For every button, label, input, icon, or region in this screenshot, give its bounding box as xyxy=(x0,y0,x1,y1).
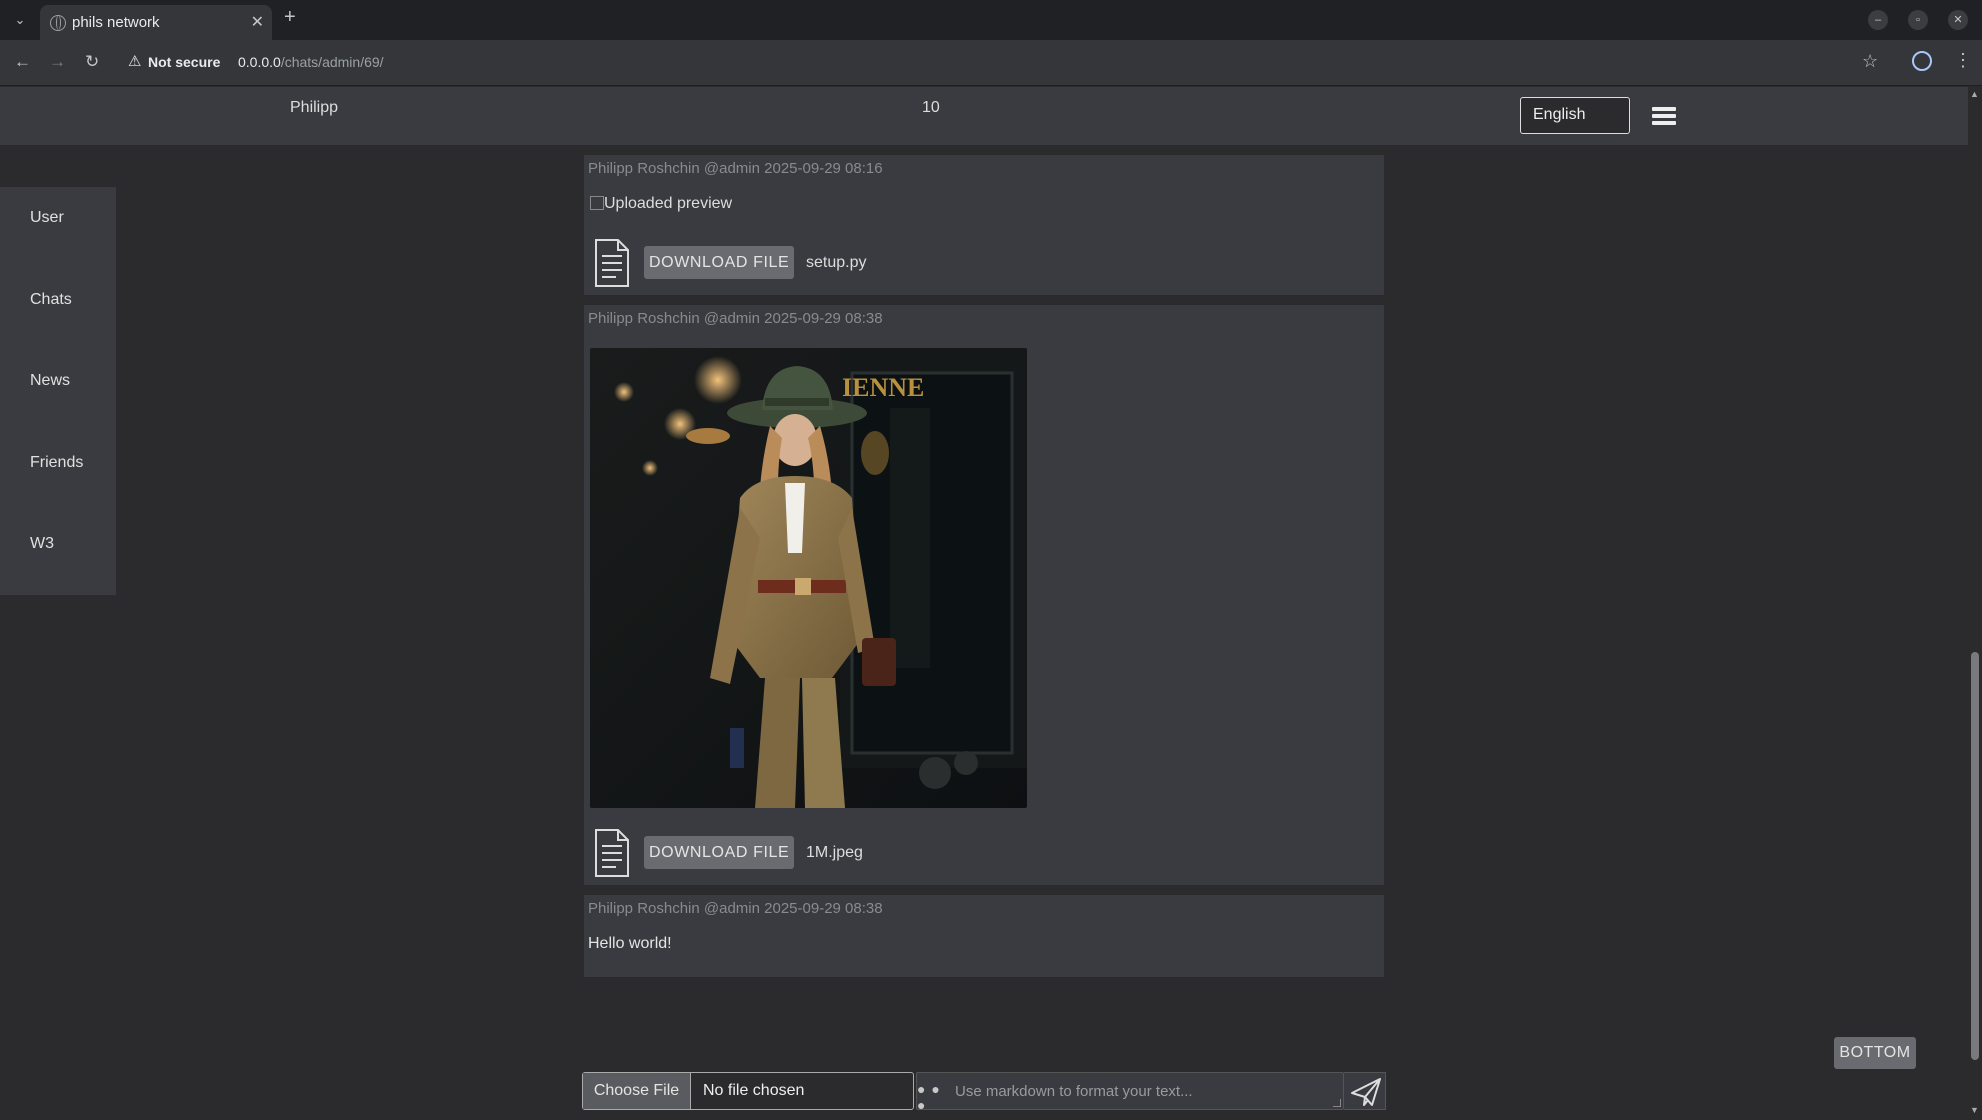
message-text: Hello world! xyxy=(588,935,672,952)
app-header: Philipp 10 English xyxy=(0,87,1968,145)
file-name: 1M.jpeg xyxy=(806,844,863,861)
forward-icon[interactable]: → xyxy=(49,52,66,72)
tab-close-icon[interactable]: ✕ xyxy=(251,12,264,32)
security-label[interactable]: Not secure xyxy=(148,54,220,70)
sidebar-item-user[interactable]: User xyxy=(30,209,64,227)
document-icon xyxy=(595,829,629,877)
svg-text:IENNE: IENNE xyxy=(842,373,924,402)
uploaded-photo[interactable]: IENNE xyxy=(590,348,1027,808)
document-icon xyxy=(595,239,629,287)
minimize-icon[interactable]: – xyxy=(1868,10,1888,30)
tab-title: phils network xyxy=(72,14,160,31)
message-input[interactable]: ● ● ● Use markdown to format your text..… xyxy=(916,1072,1344,1113)
warning-icon: ⚠ xyxy=(128,53,142,70)
scrollbar-thumb[interactable] xyxy=(1971,652,1979,1060)
globe-icon xyxy=(50,15,66,31)
message-placeholder: Use markdown to format your text... xyxy=(955,1083,1193,1100)
close-window-icon[interactable]: ✕ xyxy=(1948,10,1968,30)
message-meta: Philipp Roshchin @admin 2025-09-29 08:38 xyxy=(588,900,883,917)
reload-icon[interactable]: ↻ xyxy=(85,52,99,72)
sidebar-item-friends[interactable]: Friends xyxy=(30,454,83,472)
user-name[interactable]: Philipp xyxy=(290,99,338,117)
options-icon[interactable]: ● ● ● xyxy=(917,1081,951,1113)
browser-tabbar: ⌄ phils network ✕ + – ▫ ✕ xyxy=(0,0,1982,40)
broken-image-icon xyxy=(590,196,604,210)
browser-tab[interactable]: phils network ✕ xyxy=(40,5,272,40)
chat-message: Philipp Roshchin @admin 2025-09-29 08:38… xyxy=(584,305,1384,885)
new-tab-button[interactable]: + xyxy=(284,6,296,29)
sidebar: User Chats News Friends W3 xyxy=(0,187,116,595)
chat-message: Philipp Roshchin @admin 2025-09-29 08:16… xyxy=(584,155,1384,295)
bookmark-star-icon[interactable]: ☆ xyxy=(1862,51,1878,72)
url-field[interactable]: ⚠ Not secure 0.0.0.0/chats/admin/69/ xyxy=(122,48,1892,78)
url-host: 0.0.0.0 xyxy=(238,54,281,70)
paper-plane-icon xyxy=(1351,1078,1381,1106)
download-file-button[interactable]: DOWNLOAD FILE xyxy=(644,246,795,279)
message-composer: Choose File No file chosen ● ● ● Use mar… xyxy=(582,1072,1386,1113)
address-bar: ← → ↻ ⚠ Not secure 0.0.0.0/chats/admin/6… xyxy=(0,40,1982,86)
restore-icon[interactable]: ▫ xyxy=(1908,10,1928,30)
file-name: setup.py xyxy=(806,254,867,271)
scroll-down-icon[interactable]: ▼ xyxy=(1970,1105,1979,1115)
file-status: No file chosen xyxy=(703,1082,805,1099)
message-meta: Philipp Roshchin @admin 2025-09-29 08:16 xyxy=(588,160,883,177)
browser-menu-icon[interactable]: ⋮ xyxy=(1954,50,1972,71)
message-meta: Philipp Roshchin @admin 2025-09-29 08:38 xyxy=(588,310,883,327)
profile-icon[interactable] xyxy=(1912,51,1932,71)
image-preview: Uploaded preview xyxy=(590,195,732,213)
url-path: /chats/admin/69/ xyxy=(280,54,384,70)
download-file-button[interactable]: DOWNLOAD FILE xyxy=(644,836,795,869)
sidebar-item-w3[interactable]: W3 xyxy=(30,535,54,553)
hamburger-icon[interactable] xyxy=(1652,107,1676,125)
scroll-up-icon[interactable]: ▲ xyxy=(1970,89,1979,99)
file-input[interactable]: Choose File No file chosen xyxy=(582,1072,914,1110)
sidebar-item-chats[interactable]: Chats xyxy=(30,291,72,309)
scroll-bottom-button[interactable]: BOTTOM xyxy=(1834,1037,1916,1069)
notification-count: 10 xyxy=(922,99,940,116)
sidebar-item-news[interactable]: News xyxy=(30,372,70,390)
choose-file-button[interactable]: Choose File xyxy=(583,1073,691,1109)
language-select[interactable]: English xyxy=(1520,97,1630,134)
tab-search-icon[interactable]: ⌄ xyxy=(10,10,30,30)
url-text[interactable]: 0.0.0.0/chats/admin/69/ xyxy=(238,54,384,70)
page-scrollbar[interactable]: ▲ ▼ xyxy=(1968,87,1982,1120)
resize-handle-icon[interactable] xyxy=(1333,1099,1341,1107)
send-button[interactable] xyxy=(1344,1072,1386,1110)
back-icon[interactable]: ← xyxy=(14,52,31,72)
chat-message: Philipp Roshchin @admin 2025-09-29 08:38… xyxy=(584,895,1384,977)
